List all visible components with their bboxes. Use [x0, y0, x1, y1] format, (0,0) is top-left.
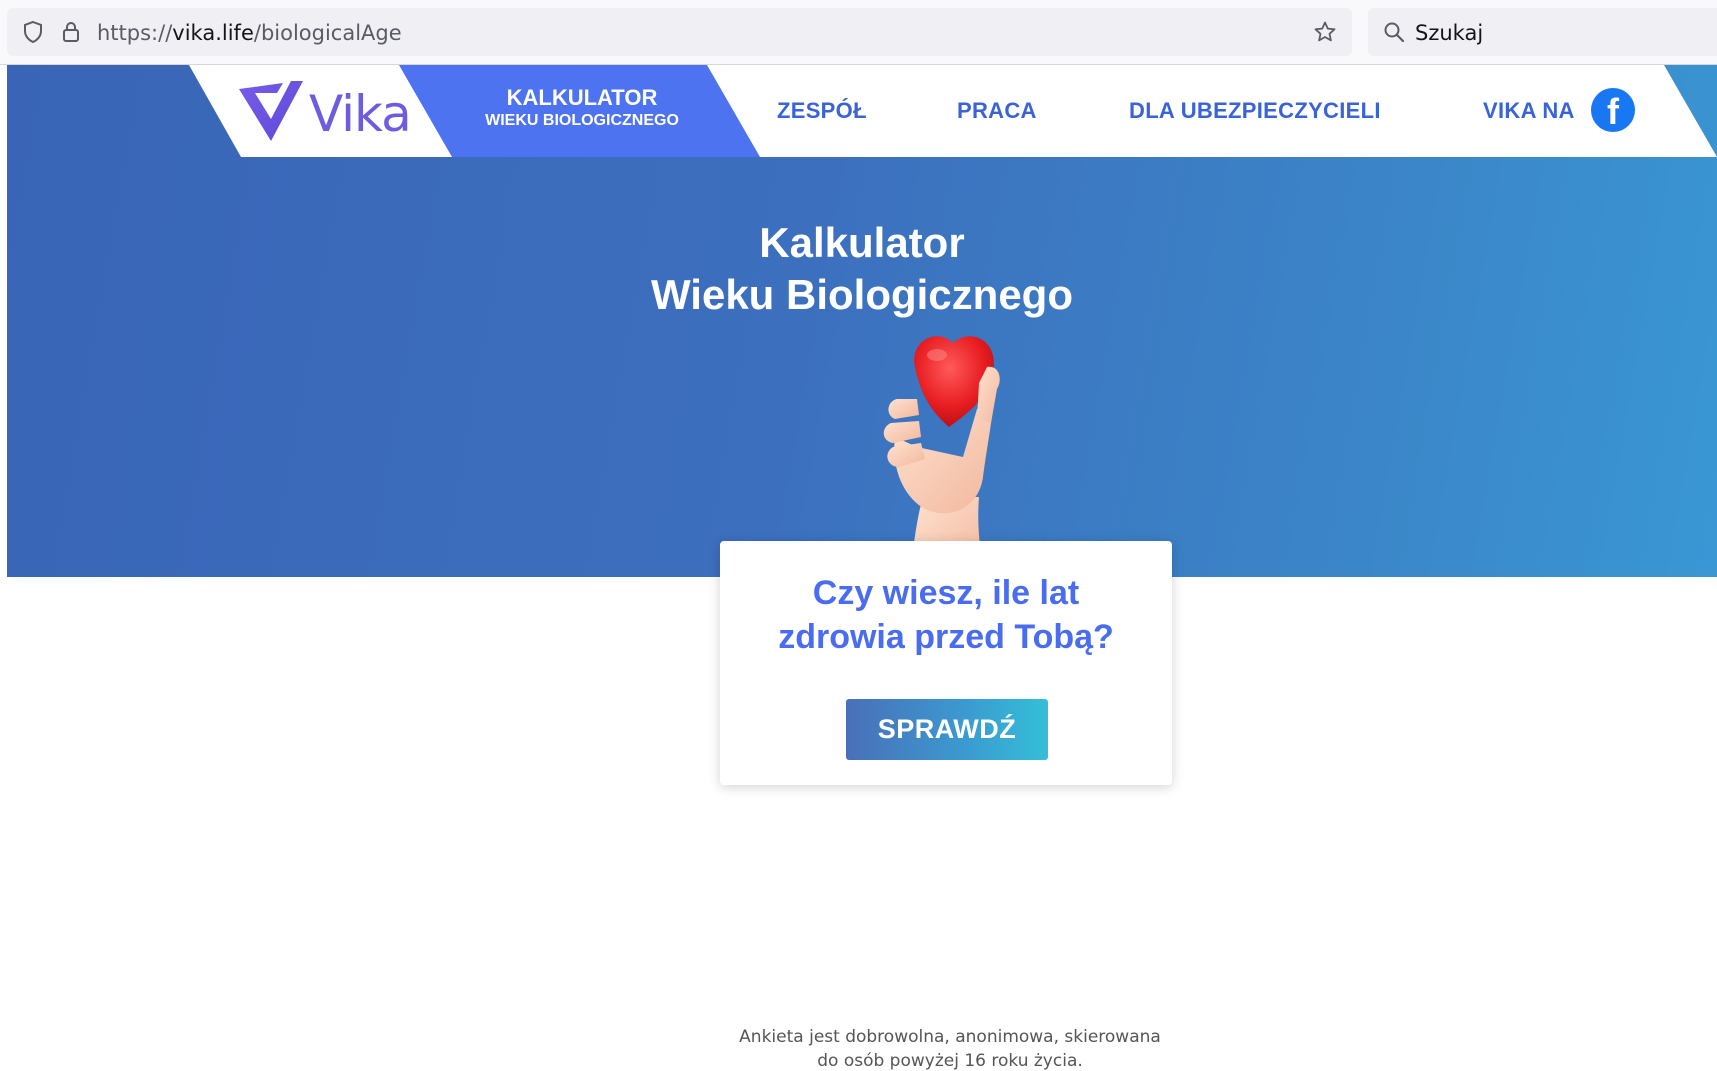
- logo-text: Vika: [309, 85, 412, 143]
- cta-card: Czy wiesz, ile lat zdrowia przed Tobą? S…: [720, 541, 1172, 785]
- nav-item-vika-na[interactable]: VIKA NA: [1483, 98, 1575, 124]
- bookmark-star-icon[interactable]: [1313, 20, 1337, 44]
- page-title-line2: Wieku Biologicznego: [651, 271, 1073, 318]
- shield-icon[interactable]: [21, 20, 45, 44]
- page-title-line1: Kalkulator: [759, 219, 965, 266]
- search-bar[interactable]: Szukaj: [1368, 8, 1717, 56]
- page-title: Kalkulator Wieku Biologicznego: [562, 217, 1162, 321]
- nav-item-kalkulator[interactable]: KALKULATOR WIEKU BIOLOGICZNEGO: [452, 85, 712, 131]
- browser-toolbar: https://vika.life/biologicalAge Szukaj: [0, 0, 1717, 65]
- survey-disclaimer: Ankieta jest dobrowolna, anonimowa, skie…: [650, 1025, 1250, 1071]
- url-scheme: https://: [97, 21, 173, 45]
- cta-question: Czy wiesz, ile lat zdrowia przed Tobą?: [720, 571, 1172, 659]
- disclaimer-line1: Ankieta jest dobrowolna, anonimowa, skie…: [739, 1027, 1161, 1047]
- url-text[interactable]: https://vika.life/biologicalAge: [97, 21, 402, 45]
- cta-question-line1: Czy wiesz, ile lat: [812, 574, 1080, 612]
- disclaimer-line2: do osób powyżej 16 roku życia.: [817, 1051, 1083, 1071]
- address-bar[interactable]: https://vika.life/biologicalAge: [7, 8, 1352, 56]
- lock-icon[interactable]: [59, 20, 83, 44]
- hero-section: Vika KALKULATOR WIEKU BIOLOGICZNEGO ZESP…: [7, 65, 1717, 577]
- web-page: Vika KALKULATOR WIEKU BIOLOGICZNEGO ZESP…: [7, 65, 1717, 1071]
- vika-logo[interactable]: Vika: [237, 77, 417, 147]
- top-navigation: Vika KALKULATOR WIEKU BIOLOGICZNEGO ZESP…: [7, 65, 1717, 157]
- facebook-icon[interactable]: f: [1591, 88, 1635, 132]
- search-placeholder: Szukaj: [1415, 21, 1484, 45]
- search-icon: [1384, 22, 1405, 43]
- url-host: vika.life: [172, 21, 254, 45]
- vika-logo-icon: [239, 81, 303, 141]
- nav-item-kalkulator-line2: WIEKU BIOLOGICZNEGO: [485, 112, 679, 129]
- cta-question-line2: zdrowia przed Tobą?: [778, 618, 1114, 656]
- sprawdz-button[interactable]: SPRAWDŹ: [846, 699, 1048, 760]
- url-path: /biologicalAge: [253, 21, 402, 45]
- nav-item-zespol[interactable]: ZESPÓŁ: [777, 98, 867, 124]
- hand-holding-heart-image: [883, 336, 1000, 577]
- nav-item-dla-ubezpieczycieli[interactable]: DLA UBEZPIECZYCIELI: [1129, 98, 1381, 124]
- nav-item-kalkulator-line1: KALKULATOR: [506, 85, 658, 110]
- nav-item-praca[interactable]: PRACA: [957, 98, 1037, 124]
